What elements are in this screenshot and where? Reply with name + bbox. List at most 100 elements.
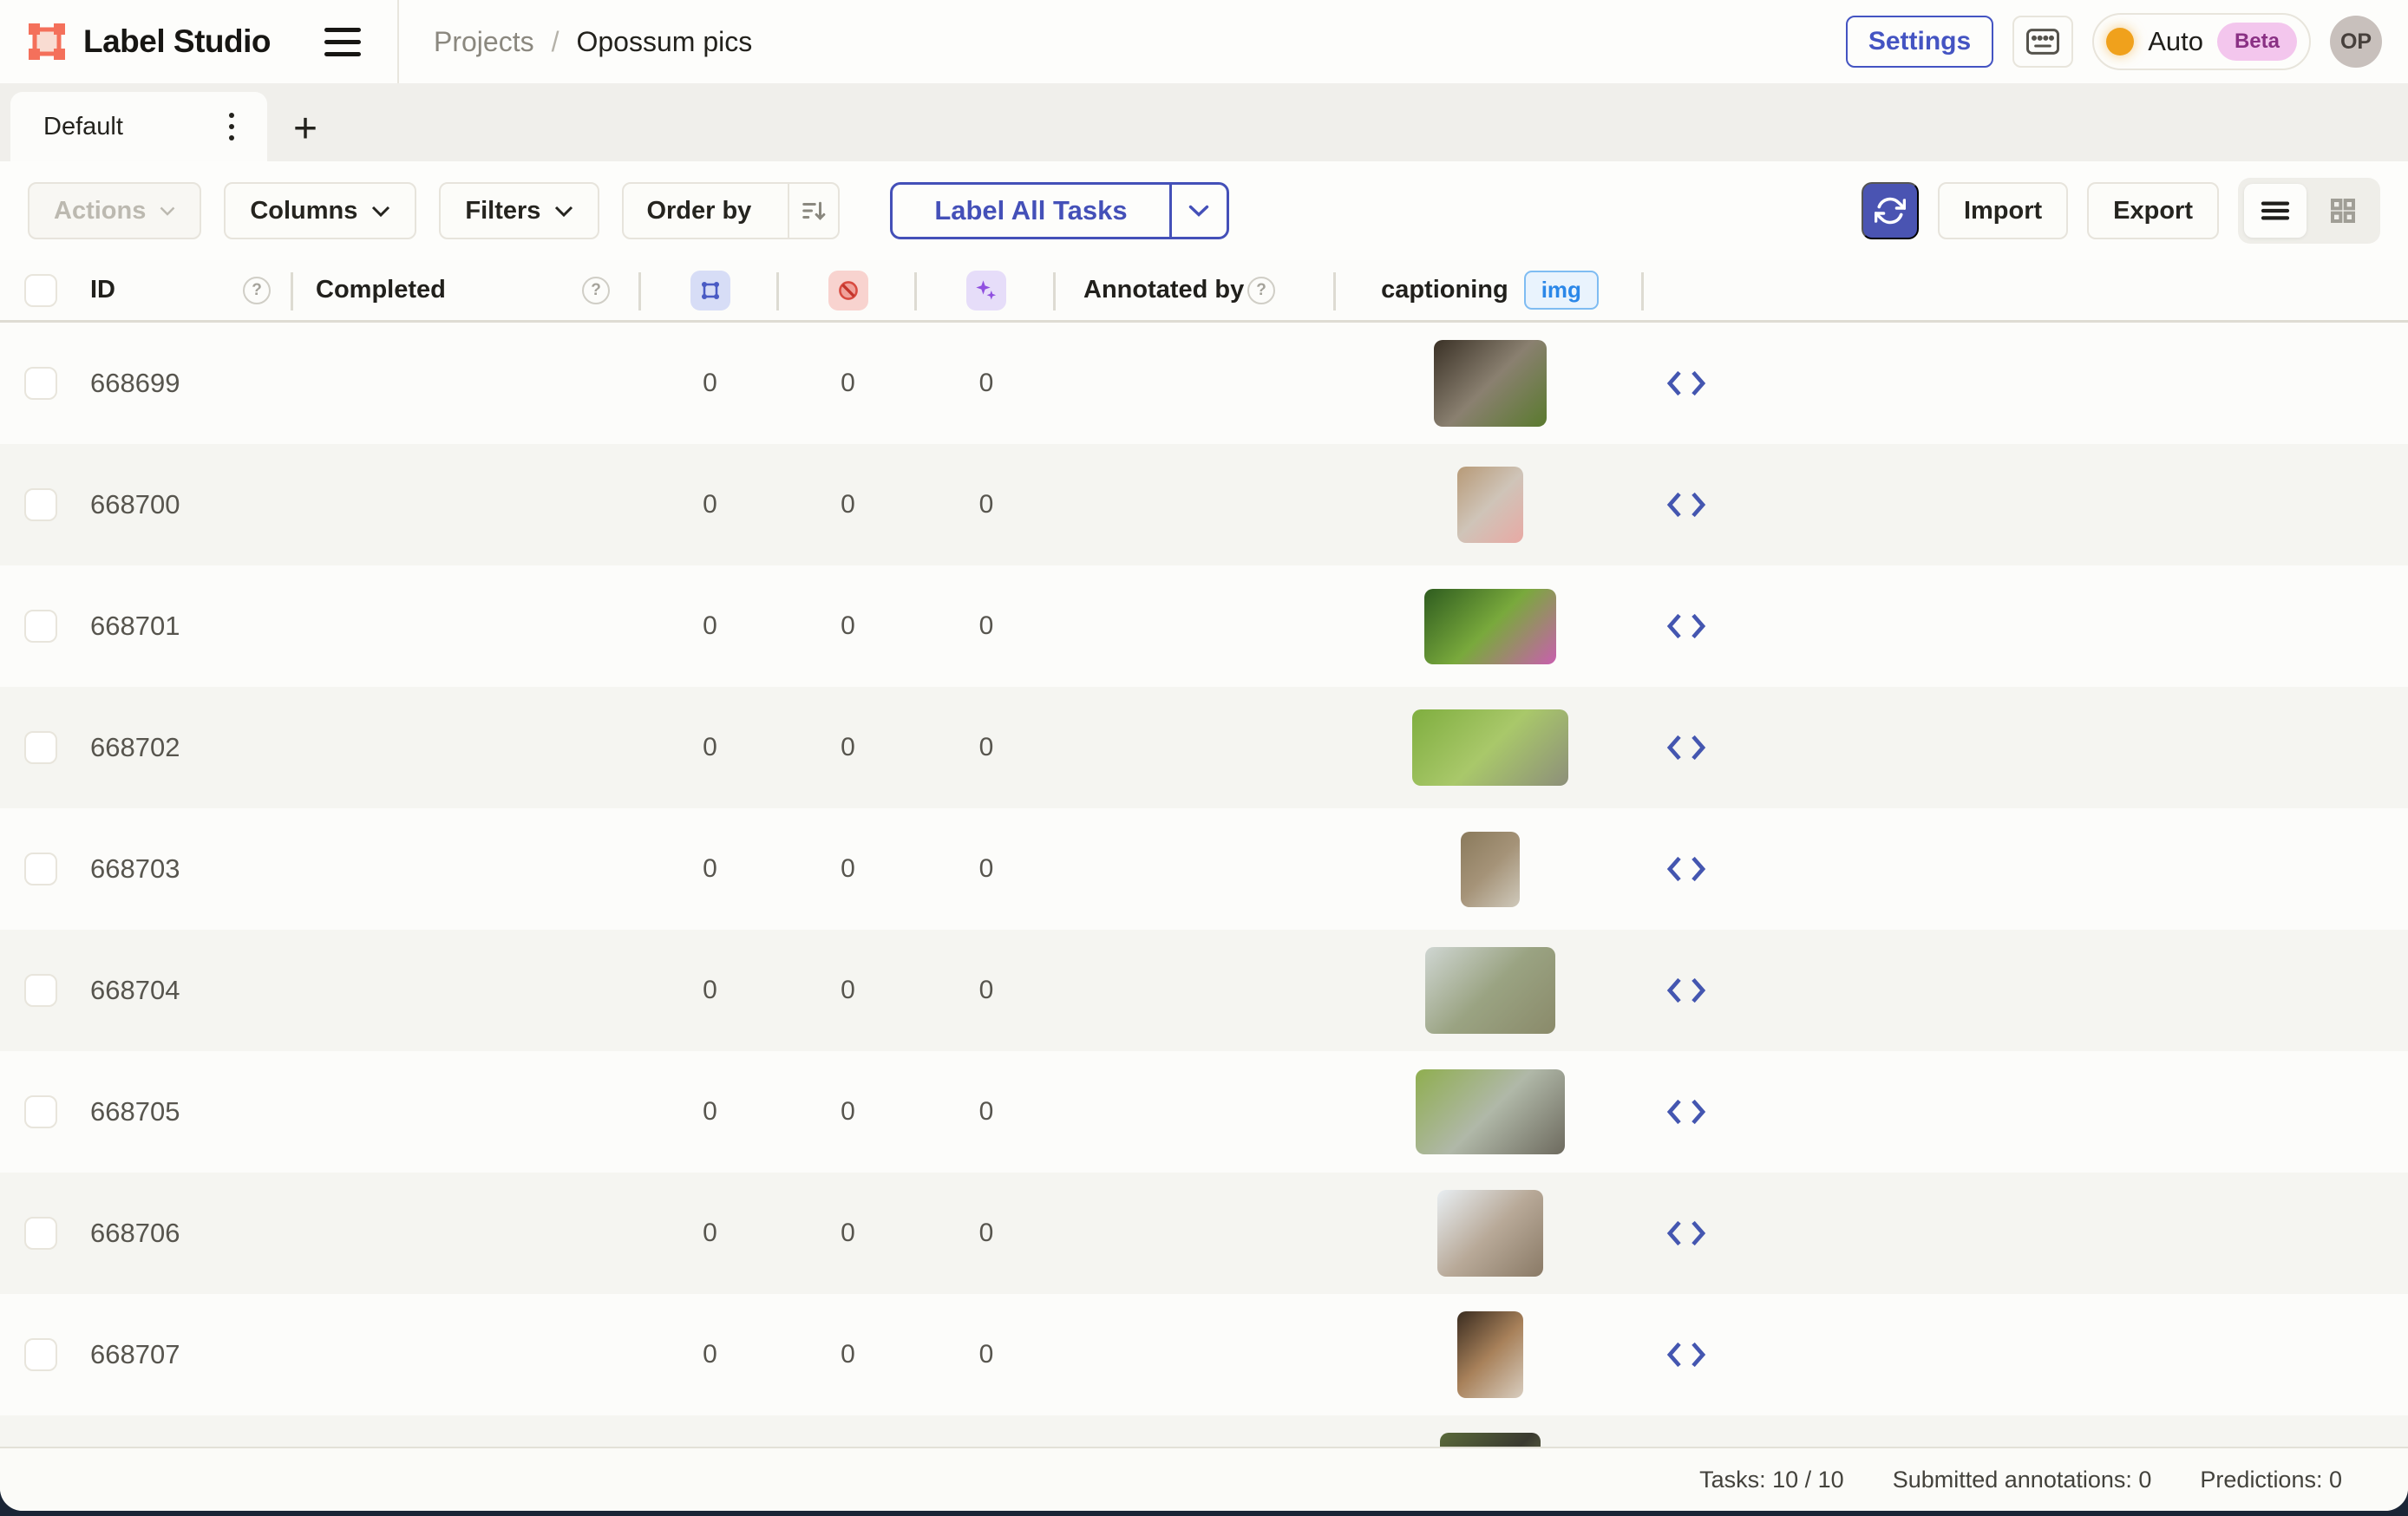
open-source-view-icon[interactable] bbox=[1644, 1415, 1729, 1447]
annotations-count-value: 0 bbox=[641, 323, 779, 444]
add-tab-button[interactable]: + bbox=[279, 102, 331, 154]
task-thumbnail[interactable] bbox=[1424, 589, 1556, 664]
annotations-count-value: 0 bbox=[641, 687, 779, 808]
settings-button[interactable]: Settings bbox=[1846, 16, 1993, 68]
order-by-label: Order by bbox=[624, 184, 774, 238]
tab-default[interactable]: Default bbox=[10, 92, 267, 161]
table-row: 668704000 bbox=[0, 930, 2408, 1051]
open-source-view-icon[interactable] bbox=[1644, 687, 1729, 808]
sort-direction-icon[interactable] bbox=[788, 184, 838, 238]
task-thumbnail[interactable] bbox=[1457, 467, 1523, 543]
user-avatar[interactable]: OP bbox=[2330, 16, 2382, 68]
row-checkbox[interactable] bbox=[24, 610, 57, 643]
open-source-view-icon[interactable] bbox=[1644, 565, 1729, 687]
cancelled-annotations-column-icon[interactable] bbox=[828, 271, 868, 310]
predictions-count-value: 0 bbox=[917, 565, 1056, 687]
chevron-down-icon bbox=[160, 206, 175, 216]
annotated-by-value bbox=[1056, 687, 1336, 808]
help-icon[interactable]: ? bbox=[582, 277, 610, 304]
grid-view-button[interactable] bbox=[2312, 184, 2374, 238]
task-completed bbox=[293, 808, 641, 930]
column-completed-label[interactable]: Completed bbox=[316, 276, 446, 304]
open-source-view-icon[interactable] bbox=[1644, 323, 1729, 444]
refresh-icon bbox=[1875, 195, 1906, 226]
select-all-checkbox[interactable] bbox=[24, 274, 57, 307]
chevron-down-icon bbox=[371, 206, 390, 217]
annotated-by-value bbox=[1056, 1051, 1336, 1173]
menu-icon[interactable] bbox=[324, 20, 373, 63]
row-checkbox[interactable] bbox=[24, 731, 57, 764]
list-view-button[interactable] bbox=[2244, 184, 2307, 238]
task-completed bbox=[293, 1173, 641, 1294]
open-source-view-icon[interactable] bbox=[1644, 808, 1729, 930]
predictions-count-value: 0 bbox=[917, 1051, 1056, 1173]
annotations-count-value: 0 bbox=[641, 444, 779, 565]
filters-button[interactable]: Filters bbox=[439, 182, 599, 239]
help-icon[interactable]: ? bbox=[243, 277, 271, 304]
row-checkbox[interactable] bbox=[24, 1217, 57, 1250]
task-thumbnail[interactable] bbox=[1412, 709, 1568, 786]
label-all-tasks-dropdown[interactable] bbox=[1169, 185, 1227, 237]
breadcrumb-projects[interactable]: Projects bbox=[434, 26, 534, 58]
table-row: 668702000 bbox=[0, 687, 2408, 808]
order-by-button[interactable]: Order by bbox=[622, 182, 840, 239]
task-thumbnail[interactable] bbox=[1461, 832, 1520, 907]
task-id: 668702 bbox=[87, 687, 293, 808]
predictions-column-icon[interactable] bbox=[966, 271, 1006, 310]
annotations-count-value: 0 bbox=[641, 1415, 779, 1447]
column-captioning-label[interactable]: captioning bbox=[1381, 276, 1508, 304]
beta-badge: Beta bbox=[2217, 23, 2297, 61]
table-row: 668705000 bbox=[0, 1051, 2408, 1173]
refresh-button[interactable] bbox=[1862, 182, 1919, 239]
open-source-view-icon[interactable] bbox=[1644, 444, 1729, 565]
open-source-view-icon[interactable] bbox=[1644, 1051, 1729, 1173]
label-all-tasks-button[interactable]: Label All Tasks bbox=[890, 182, 1228, 239]
task-completed bbox=[293, 1051, 641, 1173]
column-id-label[interactable]: ID bbox=[90, 276, 115, 304]
open-source-view-icon[interactable] bbox=[1644, 930, 1729, 1051]
task-thumbnail[interactable] bbox=[1425, 947, 1555, 1034]
row-checkbox[interactable] bbox=[24, 853, 57, 885]
predictions-count-value: 0 bbox=[917, 808, 1056, 930]
export-button[interactable]: Export bbox=[2087, 182, 2219, 239]
task-thumbnail[interactable] bbox=[1440, 1433, 1541, 1447]
top-header: Label Studio Projects / Opossum pics Set… bbox=[0, 0, 2408, 83]
column-annotated-by-label[interactable]: Annotated by bbox=[1083, 276, 1244, 304]
auto-toggle[interactable]: Auto Beta bbox=[2092, 13, 2311, 70]
table-header: ID ? Completed ? bbox=[0, 260, 2408, 323]
task-thumbnail[interactable] bbox=[1434, 340, 1547, 427]
predictions-count-value: 0 bbox=[917, 323, 1056, 444]
task-id: 668704 bbox=[87, 930, 293, 1051]
label-studio-logo-icon bbox=[26, 21, 68, 62]
tab-label: Default bbox=[43, 113, 123, 141]
annotations-count-column-icon[interactable] bbox=[690, 271, 730, 310]
row-checkbox[interactable] bbox=[24, 488, 57, 521]
cancelled-annotations-value: 0 bbox=[779, 687, 917, 808]
annotated-by-value bbox=[1056, 930, 1336, 1051]
predictions-count-value: 0 bbox=[917, 1294, 1056, 1415]
task-table-body: 6686990006687000006687010006687020006687… bbox=[0, 323, 2408, 1447]
cancelled-annotations-value: 0 bbox=[779, 323, 917, 444]
import-button[interactable]: Import bbox=[1938, 182, 2068, 239]
task-id: 668707 bbox=[87, 1294, 293, 1415]
row-checkbox[interactable] bbox=[24, 367, 57, 400]
columns-button[interactable]: Columns bbox=[224, 182, 416, 239]
task-thumbnail[interactable] bbox=[1416, 1069, 1565, 1154]
cancelled-annotations-value: 0 bbox=[779, 444, 917, 565]
row-checkbox[interactable] bbox=[24, 974, 57, 1007]
row-checkbox[interactable] bbox=[24, 1095, 57, 1128]
cancelled-annotations-value: 0 bbox=[779, 930, 917, 1051]
help-icon[interactable]: ? bbox=[1247, 277, 1275, 304]
keyboard-shortcuts-button[interactable] bbox=[2012, 16, 2073, 68]
open-source-view-icon[interactable] bbox=[1644, 1294, 1729, 1415]
cancelled-annotations-value: 0 bbox=[779, 1415, 917, 1447]
task-thumbnail[interactable] bbox=[1457, 1311, 1523, 1398]
open-source-view-icon[interactable] bbox=[1644, 1173, 1729, 1294]
keyboard-icon bbox=[2025, 27, 2060, 56]
task-id: 668703 bbox=[87, 808, 293, 930]
actions-button[interactable]: Actions bbox=[28, 182, 201, 239]
task-thumbnail[interactable] bbox=[1437, 1190, 1543, 1277]
app-logo[interactable]: Label Studio bbox=[26, 21, 271, 62]
tab-options-kebab-icon[interactable] bbox=[222, 106, 241, 147]
row-checkbox[interactable] bbox=[24, 1338, 57, 1371]
